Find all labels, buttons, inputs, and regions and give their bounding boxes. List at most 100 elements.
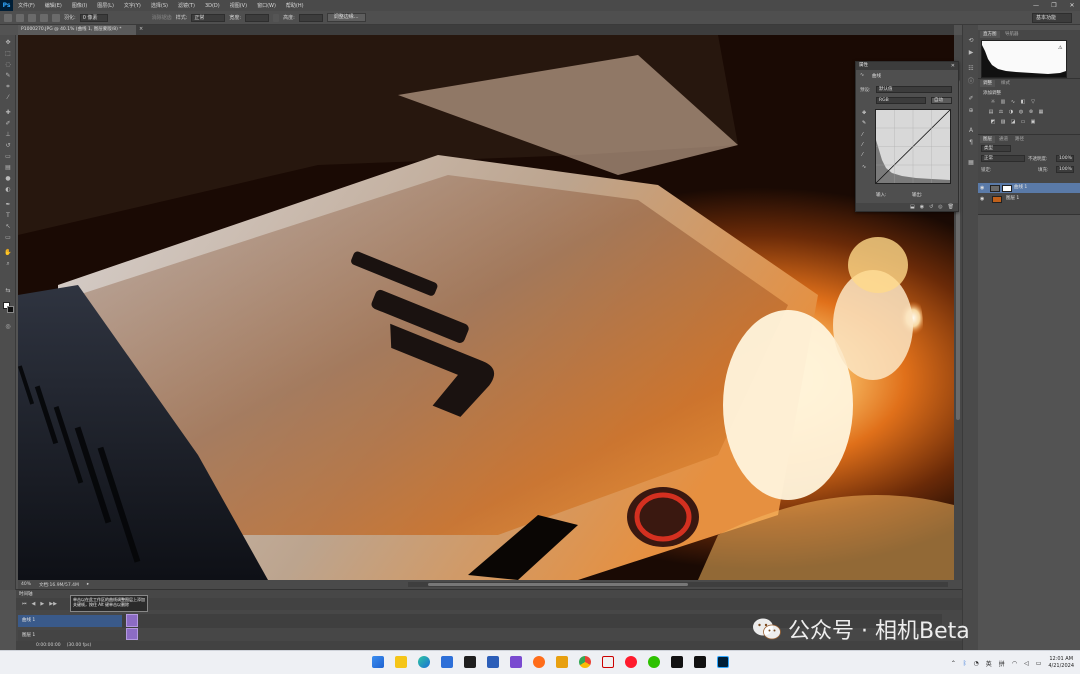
smooth-icon[interactable]: ∿ bbox=[862, 164, 866, 170]
history-icon[interactable]: ⟲ bbox=[967, 37, 975, 44]
exposure-icon[interactable]: ◧ bbox=[1020, 99, 1026, 105]
hue-saturation-icon[interactable]: ▤ bbox=[988, 109, 994, 115]
dodge-tool-icon[interactable]: ◐ bbox=[4, 186, 12, 193]
eyedropper-tool-icon[interactable]: ⁄ bbox=[4, 94, 12, 101]
workspace-select[interactable]: 基本功能 bbox=[1032, 13, 1072, 23]
zoom-tool-icon[interactable]: ⌕ bbox=[4, 260, 12, 267]
eraser-tool-icon[interactable]: ▭ bbox=[4, 153, 12, 160]
preset-select[interactable]: 默认值 bbox=[876, 86, 952, 93]
stamp-tool-icon[interactable]: ⊥ bbox=[4, 131, 12, 138]
menu-3d[interactable]: 3D(D) bbox=[200, 3, 225, 9]
menu-view[interactable]: 视图(V) bbox=[225, 2, 252, 9]
info-icon[interactable]: ⓘ bbox=[967, 77, 975, 85]
app-icon[interactable] bbox=[556, 656, 568, 668]
add-selection-icon[interactable] bbox=[28, 13, 36, 22]
paragraph-icon[interactable]: ¶ bbox=[967, 139, 975, 146]
tab-adjustments[interactable]: 调整 bbox=[980, 80, 995, 87]
tab-navigator[interactable]: 导航器 bbox=[1002, 31, 1022, 38]
menu-window[interactable]: 窗口(W) bbox=[252, 2, 281, 9]
close-icon[interactable]: ✕ bbox=[1068, 2, 1076, 10]
wechat-icon[interactable] bbox=[648, 656, 660, 668]
document-info[interactable]: 文档:16.9M/57.4M bbox=[39, 582, 79, 588]
timeline-clip[interactable] bbox=[126, 628, 138, 640]
zoom-level[interactable]: 40% bbox=[21, 582, 31, 587]
play-icon[interactable]: ▶ bbox=[40, 601, 44, 607]
horizontal-scroll-thumb[interactable] bbox=[428, 583, 688, 586]
shape-tool-icon[interactable]: ▭ bbox=[4, 234, 12, 241]
menu-type[interactable]: 文字(Y) bbox=[119, 2, 146, 9]
tab-histogram[interactable]: 直方图 bbox=[980, 31, 1000, 38]
levels-icon[interactable]: ▥ bbox=[1000, 99, 1006, 105]
clip-to-layer-icon[interactable]: ⬓ bbox=[910, 204, 915, 210]
tab-channels[interactable]: 通道 bbox=[996, 136, 1011, 143]
mask-thumbnail[interactable] bbox=[1002, 185, 1012, 192]
blur-tool-icon[interactable]: ● bbox=[4, 175, 12, 182]
posterize-icon[interactable]: ▨ bbox=[1000, 119, 1006, 125]
tab-close-icon[interactable]: × bbox=[139, 26, 143, 32]
menu-help[interactable]: 帮助(H) bbox=[281, 2, 309, 9]
close-icon[interactable]: ✕ bbox=[951, 62, 955, 70]
ime-indicator[interactable]: 拼 bbox=[999, 659, 1005, 668]
app-icon[interactable] bbox=[487, 656, 499, 668]
tool-preset-icon[interactable] bbox=[4, 13, 12, 22]
vibrance-icon[interactable]: ▽ bbox=[1030, 99, 1036, 105]
properties-icon[interactable]: ☷ bbox=[967, 65, 975, 72]
black-eyedropper-icon[interactable]: ⁄ bbox=[862, 132, 863, 138]
horizontal-scrollbar[interactable] bbox=[408, 582, 948, 587]
minimize-icon[interactable]: — bbox=[1032, 2, 1040, 10]
language-indicator[interactable]: 英 bbox=[986, 659, 992, 668]
layer-row[interactable]: ◉ 曲线 1 bbox=[978, 183, 1080, 193]
app-icon[interactable] bbox=[602, 656, 614, 668]
black-white-icon[interactable]: ◑ bbox=[1008, 109, 1014, 115]
status-arrow-icon[interactable]: ▸ bbox=[87, 582, 89, 587]
photo-filter-icon[interactable]: ◍ bbox=[1018, 109, 1024, 115]
capcut-icon[interactable] bbox=[671, 656, 683, 668]
visibility-icon[interactable]: ◎ bbox=[938, 204, 942, 210]
curves-icon[interactable]: ∿ bbox=[1010, 99, 1016, 105]
trash-icon[interactable]: 🗑 bbox=[948, 204, 954, 210]
intersect-selection-icon[interactable] bbox=[52, 13, 60, 22]
actions-icon[interactable]: ▶ bbox=[967, 49, 975, 56]
document-tab[interactable]: P1000270.JPG @ 40.1% (曲线 1, 图层蒙版/8) * bbox=[18, 25, 136, 35]
first-frame-icon[interactable]: ⏮ bbox=[22, 601, 27, 607]
layer-name[interactable]: 曲线 1 bbox=[1014, 183, 1027, 193]
marquee-tool-icon[interactable]: ⬚ bbox=[4, 50, 12, 57]
properties-header[interactable]: 属性 ✕ bbox=[856, 62, 958, 70]
photoshop-taskbar-icon[interactable] bbox=[717, 656, 729, 668]
quick-mask-icon[interactable]: ◎ bbox=[4, 323, 12, 330]
healing-tool-icon[interactable]: ✚ bbox=[4, 109, 12, 116]
chrome-icon[interactable] bbox=[579, 656, 591, 668]
prev-frame-icon[interactable]: ◀ bbox=[32, 601, 36, 607]
threshold-icon[interactable]: ◪ bbox=[1010, 119, 1016, 125]
point-curve-icon[interactable]: ✥ bbox=[862, 110, 866, 116]
menu-filter[interactable]: 滤镜(T) bbox=[173, 2, 200, 9]
selective-color-icon[interactable]: ▣ bbox=[1030, 119, 1036, 125]
volume-icon[interactable]: ◁ bbox=[1024, 660, 1029, 667]
width-input[interactable] bbox=[245, 13, 270, 22]
lasso-tool-icon[interactable]: ◌ bbox=[4, 61, 12, 68]
menu-layer[interactable]: 图层(L) bbox=[92, 2, 119, 9]
menu-edit[interactable]: 编辑(E) bbox=[40, 2, 67, 9]
capcut-icon[interactable] bbox=[694, 656, 706, 668]
start-icon[interactable] bbox=[372, 656, 384, 668]
channel-select[interactable]: RGB bbox=[876, 97, 926, 104]
character-icon[interactable]: A bbox=[967, 127, 975, 134]
track-row[interactable]: 曲线 1 bbox=[18, 615, 136, 627]
tab-styles[interactable]: 样式 bbox=[998, 80, 1013, 87]
app-icon[interactable] bbox=[510, 656, 522, 668]
gray-eyedropper-icon[interactable]: ⁄ bbox=[862, 142, 863, 148]
chevron-up-icon[interactable]: ⌃ bbox=[951, 660, 956, 667]
channel-mixer-icon[interactable]: ⊗ bbox=[1028, 109, 1034, 115]
tab-paths[interactable]: 路径 bbox=[1012, 136, 1027, 143]
crop-tool-icon[interactable]: ⌗ bbox=[4, 83, 12, 90]
hand-tool-icon[interactable]: ✋ bbox=[4, 249, 12, 256]
menu-select[interactable]: 选择(S) bbox=[146, 2, 173, 9]
opera-icon[interactable] bbox=[625, 656, 637, 668]
feather-input[interactable]: 0 像素 bbox=[79, 13, 108, 22]
view-previous-icon[interactable]: ◉ bbox=[920, 204, 924, 210]
blend-mode-select[interactable]: 正常 bbox=[981, 155, 1025, 162]
new-selection-icon[interactable] bbox=[16, 13, 24, 22]
layer-name[interactable]: 图层 1 bbox=[1006, 194, 1019, 204]
curves-graph[interactable] bbox=[875, 109, 951, 184]
edge-icon[interactable] bbox=[418, 656, 430, 668]
